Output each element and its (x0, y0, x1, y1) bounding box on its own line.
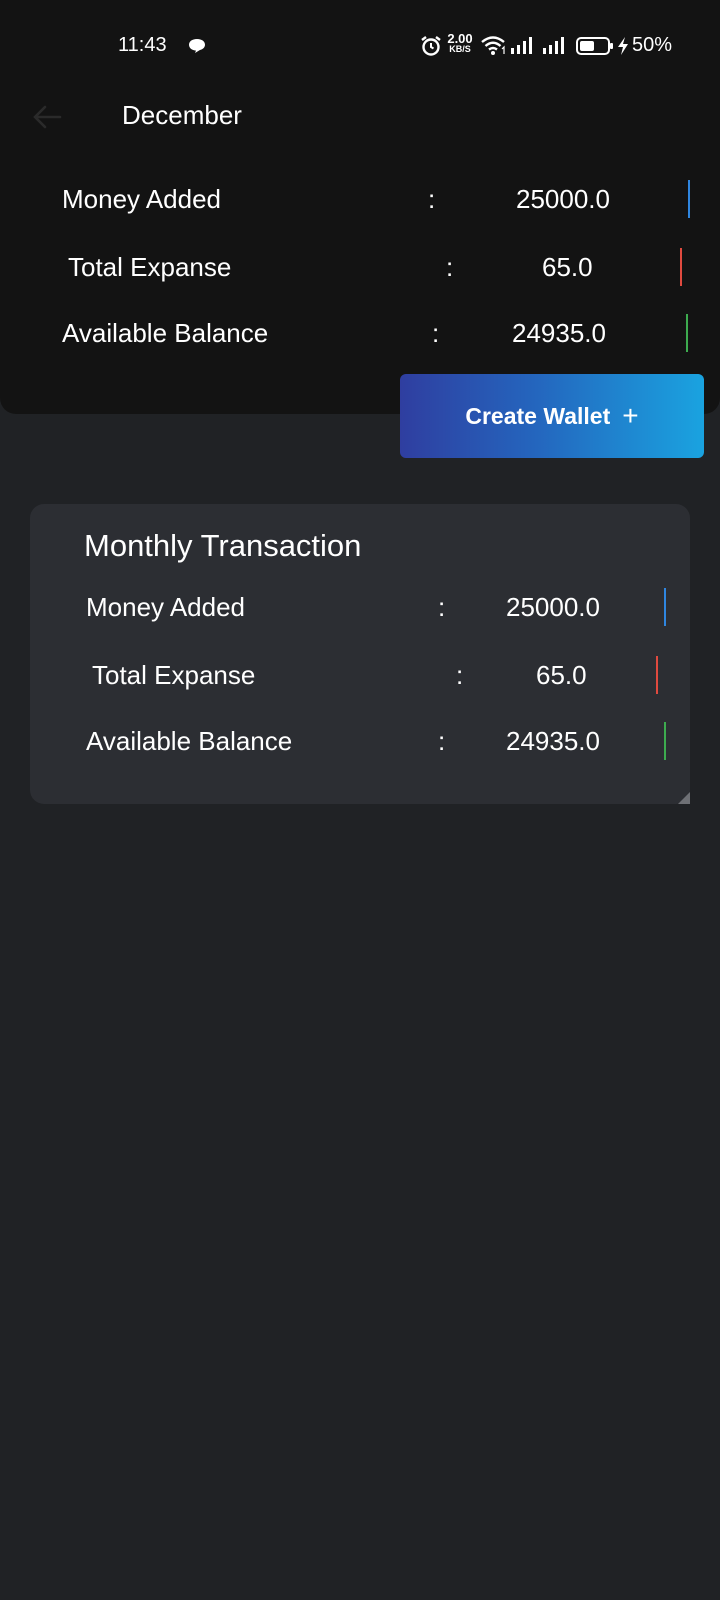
summary-label: Available Balance (62, 318, 269, 348)
summary-value: 65.0 (542, 252, 593, 282)
page-title: December (122, 100, 242, 130)
summary-separator: : (432, 318, 440, 348)
resize-corner-icon (678, 792, 690, 804)
monthly-label: Money Added (86, 592, 246, 622)
summary-value: 24935.0 (512, 318, 606, 348)
monthly-row-money-added: Money Added : 25000.0 (86, 588, 666, 632)
create-wallet-button[interactable]: Create Wallet + (400, 374, 704, 458)
network-speed-unit: KB/S (449, 44, 471, 54)
monthly-separator: : (438, 592, 446, 622)
plus-icon: + (622, 400, 639, 431)
monthly-row-total-expanse: Total Expanse : 65.0 (92, 656, 666, 700)
summary-label: Total Expanse (68, 252, 232, 282)
cellular-signal-icon (511, 37, 532, 54)
battery-percent: 50% (632, 34, 673, 56)
card-title: Monthly Transaction (84, 528, 362, 563)
battery-icon (576, 37, 613, 55)
create-wallet-label: Create Wallet (465, 402, 611, 429)
monthly-transaction-card: Monthly Transaction Money Added : 25000.… (30, 504, 690, 804)
monthly-separator: : (456, 660, 464, 690)
monthly-value: 24935.0 (506, 726, 600, 756)
status-time: 11:43 (118, 34, 167, 56)
monthly-label: Available Balance (86, 726, 293, 756)
available-balance-indicator (686, 314, 688, 352)
monthly-value: 65.0 (536, 660, 587, 690)
monthly-label: Total Expanse (92, 660, 256, 690)
wifi-icon (481, 36, 505, 55)
status-bar: 11:43 2.00 KB/S 50% (0, 28, 720, 64)
summary-label: Money Added (62, 184, 222, 214)
summary-separator: : (446, 252, 454, 282)
summary-row-money-added: Money Added : 25000.0 (62, 180, 692, 224)
cellular-signal-icon (543, 37, 564, 54)
monthly-row-available-balance: Available Balance : 24935.0 (86, 722, 666, 766)
monthly-value: 25000.0 (506, 592, 600, 622)
network-speed: 2.00 KB/S (444, 32, 476, 54)
money-added-indicator (688, 180, 690, 218)
monthly-separator: : (438, 726, 446, 756)
summary-value: 25000.0 (516, 184, 610, 214)
total-expanse-indicator (680, 248, 682, 286)
summary-separator: : (428, 184, 436, 214)
money-added-indicator (664, 588, 666, 626)
back-arrow-icon[interactable] (30, 100, 64, 134)
charging-bolt-icon (618, 37, 628, 55)
summary-row-available-balance: Available Balance : 24935.0 (62, 314, 692, 358)
summary-row-total-expanse: Total Expanse : 65.0 (68, 248, 692, 292)
total-expanse-indicator (656, 656, 658, 694)
chat-bubble-icon (189, 39, 205, 53)
alarm-clock-icon (421, 36, 441, 56)
available-balance-indicator (664, 722, 666, 760)
